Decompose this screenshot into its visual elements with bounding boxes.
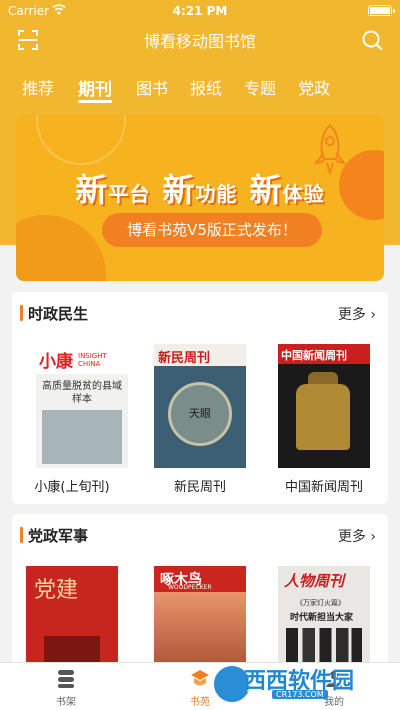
banner-word: 新 (75, 171, 109, 209)
banner-decoration (16, 215, 106, 281)
banner-word: 新 (162, 171, 196, 209)
watermark: 西西软件园 CR173.COM (212, 662, 392, 704)
banner-word: 体验 (282, 182, 325, 206)
tab-recommend[interactable]: 推荐 (22, 75, 54, 99)
tabbar-item-bookshelf[interactable]: 书架 (36, 667, 96, 708)
cover-title: 中国新闻周刊 (281, 349, 347, 362)
banner-decoration (36, 115, 126, 165)
cover-title: 新民周刊 (158, 351, 211, 366)
watermark-url: CR173.COM (272, 690, 328, 699)
cover-title: 小康 (39, 352, 73, 372)
section-title: 党政军事 (28, 527, 89, 545)
cover-title: 人物周刊 (284, 572, 345, 590)
magazine-cover[interactable]: 中国新闻周刊 (278, 344, 370, 468)
section-current-affairs: 时政民生 更多 › 小康 INSIGHT CHINA 高质量脱贫的县域样本 小康… (12, 292, 388, 504)
magazine-cover[interactable]: 新民周刊 天眼 (154, 344, 246, 468)
more-label: 更多 (337, 307, 366, 323)
magazine-title[interactable]: 中国新闻周刊 (264, 476, 384, 495)
promo-banner[interactable]: 新平台 新功能 新体验 博看书苑V5版正式发布！ (16, 115, 384, 281)
banner-word: 功能 (195, 182, 238, 206)
section-accent-bar (20, 527, 23, 543)
section-accent-bar (20, 305, 23, 321)
cover-image: 天眼 (168, 382, 232, 446)
app-title: 博看移动图书馆 (143, 32, 256, 51)
section-title: 时政民生 (28, 305, 89, 323)
chevron-right-icon: › (365, 307, 376, 323)
section-header: 党政军事 更多 › (12, 524, 388, 546)
cover-text: 天眼 (189, 407, 211, 420)
tab-topics[interactable]: 专题 (244, 75, 276, 99)
more-link[interactable]: 更多 › (338, 526, 376, 546)
section-header: 时政民生 更多 › (12, 302, 388, 324)
cover-title: 党建 (34, 578, 79, 603)
search-icon[interactable] (360, 28, 384, 52)
magazine-title[interactable]: 新民周刊 (140, 476, 260, 495)
status-time: 4:21 PM (172, 4, 228, 18)
cover-headline: 高质量脱贫的县域样本 (42, 381, 122, 405)
tabbar-label: 书架 (56, 697, 76, 708)
more-link[interactable]: 更多 › (338, 304, 376, 324)
cover-image (296, 384, 350, 450)
cover-text: 《万家灯火篇》 (296, 599, 345, 607)
cover-subtitle: WOODPECKER (168, 584, 212, 591)
magazine-cover[interactable]: 小康 INSIGHT CHINA 高质量脱贫的县域样本 (36, 344, 128, 468)
banner-word: 平台 (108, 182, 151, 206)
cover-headline: 时代新担当大家 (290, 613, 354, 623)
tab-newspapers[interactable]: 报纸 (190, 75, 222, 99)
magazine-title[interactable]: 小康(上旬刊) (12, 476, 132, 495)
active-tab-indicator (78, 100, 112, 103)
more-label: 更多 (337, 529, 366, 545)
chevron-right-icon: › (365, 529, 376, 545)
category-tabs: 推荐 期刊 图书 报纸 专题 党政 (0, 75, 400, 105)
tab-party-politics[interactable]: 党政 (298, 75, 330, 99)
cover-image (42, 410, 122, 464)
battery-icon (368, 5, 395, 16)
tab-periodicals[interactable]: 期刊 (78, 75, 112, 100)
status-bar: Carrier 4:21 PM (0, 0, 400, 22)
bookshelf-icon (58, 670, 74, 688)
banner-word: 新 (249, 171, 283, 209)
library-icon (191, 670, 209, 686)
tab-books[interactable]: 图书 (136, 75, 168, 99)
banner-headline: 新平台 新功能 新体验 (16, 165, 384, 211)
cover-subtitle: INSIGHT CHINA (78, 352, 107, 368)
banner-subtitle: 博看书苑V5版正式发布！ (102, 213, 322, 247)
